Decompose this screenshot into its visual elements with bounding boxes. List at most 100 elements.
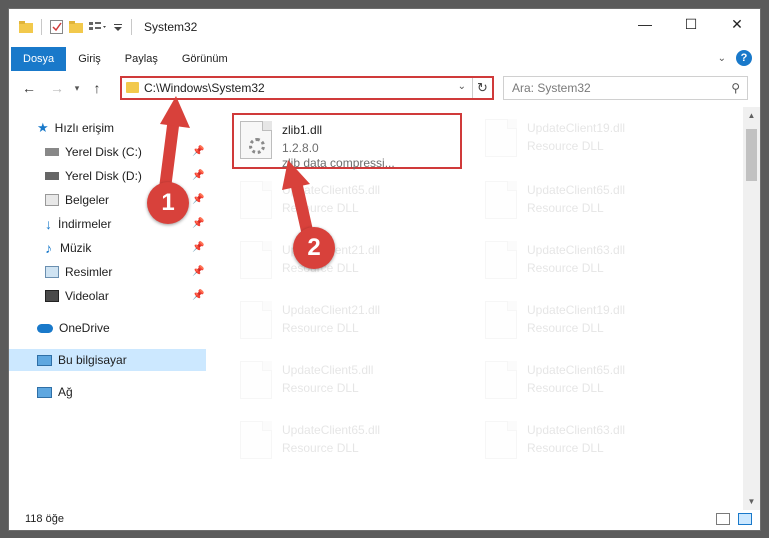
scroll-up-icon[interactable]: ▲ (743, 107, 760, 124)
file-item-zlib1[interactable]: zlib1.dll 1.2.8.0 zlib data compressi... (232, 113, 462, 170)
address-path: C:\Windows\System32 (144, 81, 265, 95)
file-item[interactable]: UpdateClient65.dll Resource DLL (479, 355, 709, 411)
file-item[interactable]: UpdateClient65.dll Resource DLL (234, 175, 464, 231)
file-item[interactable]: UpdateClient19.dll Resource DLL (479, 113, 709, 169)
file-type: Resource DLL (527, 441, 604, 455)
file-item[interactable]: UpdateClient21.dll Resource DLL (234, 295, 464, 351)
tab-share[interactable]: Paylaş (113, 47, 170, 71)
quick-access-toolbar (19, 19, 134, 35)
file-item[interactable]: UpdateClient5.dll Resource DLL (234, 355, 464, 411)
file-name: zlib1.dll (282, 123, 323, 137)
network-icon (37, 386, 52, 398)
forward-arrow-icon[interactable]: → (47, 80, 67, 96)
ribbon-right: ⌄ ? (718, 50, 752, 66)
navigation-bar: ← → ▾ ↑ C:\Windows\System32 ⌄ ↻ Ara: Sys… (9, 71, 760, 105)
pin-icon[interactable]: 📌 (192, 194, 204, 205)
nav-item-label: Yerel Disk (D:) (65, 169, 142, 183)
music-icon: ♪ (45, 240, 52, 256)
file-type: Resource DLL (282, 321, 359, 335)
file-item[interactable]: UpdateClient63.dll Resource DLL (479, 415, 709, 471)
maximize-button[interactable]: ☐ (668, 9, 714, 39)
address-dropdown-icon[interactable]: ⌄ (458, 81, 466, 92)
nav-item-this-pc[interactable]: Bu bilgisayar (9, 349, 206, 371)
dll-file-icon (485, 301, 517, 339)
properties-icon[interactable] (50, 20, 63, 34)
pin-icon[interactable]: 📌 (192, 218, 204, 229)
gear-icon (249, 138, 265, 154)
pin-icon[interactable]: 📌 (192, 170, 204, 181)
videos-icon (45, 290, 59, 302)
dll-file-icon (485, 181, 517, 219)
tab-view[interactable]: Görünüm (170, 47, 240, 71)
file-name: UpdateClient65.dll (282, 183, 381, 197)
item-count: 118 öğe (25, 513, 64, 525)
folder-icon[interactable] (19, 21, 33, 33)
recent-locations-icon[interactable]: ▾ (67, 83, 87, 94)
nav-item-music[interactable]: ♪ Müzik 📌 (9, 237, 206, 259)
nav-item-quick-access[interactable]: ★ Hızlı erişim (9, 117, 206, 139)
file-version: 1.2.8.0 (282, 141, 319, 155)
large-icons-view-icon[interactable] (738, 513, 752, 525)
tab-home[interactable]: Giriş (66, 47, 113, 71)
file-type: Resource DLL (282, 381, 359, 395)
computer-icon (37, 354, 52, 366)
pin-icon[interactable]: 📌 (192, 290, 204, 301)
step-1-badge: 1 (147, 182, 189, 224)
drive-icon (45, 172, 59, 180)
view-options-icon[interactable] (89, 21, 107, 33)
dll-file-icon (485, 241, 517, 279)
up-arrow-icon[interactable]: ↑ (87, 80, 107, 96)
refresh-icon[interactable]: ↻ (472, 78, 492, 98)
step-2-badge: 2 (293, 227, 335, 269)
file-type: Resource DLL (527, 381, 604, 395)
back-arrow-icon[interactable]: ← (19, 80, 39, 96)
file-name: UpdateClient65.dll (282, 423, 381, 437)
help-icon[interactable]: ? (736, 50, 752, 66)
pin-icon[interactable]: 📌 (192, 146, 204, 157)
file-item[interactable]: UpdateClient63.dll Resource DLL (479, 235, 709, 291)
search-input[interactable]: Ara: System32 ⚲ (503, 76, 748, 100)
file-name: UpdateClient21.dll (282, 303, 381, 317)
file-item[interactable]: UpdateClient65.dll Resource DLL (234, 415, 464, 471)
nav-item-network[interactable]: Ağ (9, 381, 206, 403)
scroll-thumb[interactable] (746, 129, 757, 181)
file-name: UpdateClient63.dll (527, 423, 626, 437)
nav-item-label: OneDrive (59, 321, 110, 335)
details-view-icon[interactable] (716, 513, 730, 525)
tab-file[interactable]: Dosya (11, 47, 67, 71)
drive-icon (45, 148, 59, 156)
nav-item-label: Ağ (58, 385, 73, 399)
file-description: zlib data compressi... (282, 156, 395, 170)
minimize-button[interactable]: — (622, 9, 668, 39)
file-item[interactable]: UpdateClient65.dll Resource DLL (479, 175, 709, 231)
dll-file-icon (240, 181, 272, 219)
nav-item-onedrive[interactable]: OneDrive (9, 317, 206, 339)
file-name: UpdateClient5.dll (282, 363, 374, 377)
vertical-scrollbar[interactable]: ▲ ▼ (743, 107, 760, 510)
close-button[interactable]: ✕ (714, 9, 760, 39)
file-type: Resource DLL (527, 261, 604, 275)
file-list: zlib1.dll 1.2.8.0 zlib data compressi...… (211, 113, 746, 508)
search-icon[interactable]: ⚲ (731, 81, 740, 95)
file-item[interactable]: UpdateClient21.dll Resource DLL (234, 235, 464, 291)
nav-item-pictures[interactable]: Resimler 📌 (9, 261, 206, 283)
pin-icon[interactable]: 📌 (192, 266, 204, 277)
file-item[interactable]: UpdateClient19.dll Resource DLL (479, 295, 709, 351)
new-folder-icon[interactable] (69, 21, 83, 33)
expand-ribbon-icon[interactable]: ⌄ (718, 53, 726, 64)
dll-file-icon (485, 361, 517, 399)
file-type: Resource DLL (282, 201, 359, 215)
download-icon: ↓ (45, 216, 52, 232)
customize-dropdown-icon[interactable] (113, 21, 123, 33)
file-type: Resource DLL (527, 139, 604, 153)
nav-item-videos[interactable]: Videolar 📌 (9, 285, 206, 307)
address-bar[interactable]: C:\Windows\System32 ⌄ ↻ (120, 76, 494, 100)
file-name: UpdateClient19.dll (527, 303, 626, 317)
dll-file-icon (240, 301, 272, 339)
file-type: Resource DLL (527, 321, 604, 335)
ribbon-tabs: Dosya Giriş Paylaş Görünüm ⌄ ? (9, 47, 760, 71)
divider (41, 19, 42, 35)
file-name: UpdateClient65.dll (527, 183, 626, 197)
pin-icon[interactable]: 📌 (192, 242, 204, 253)
nav-item-disk-c[interactable]: Yerel Disk (C:) 📌 (9, 141, 206, 163)
